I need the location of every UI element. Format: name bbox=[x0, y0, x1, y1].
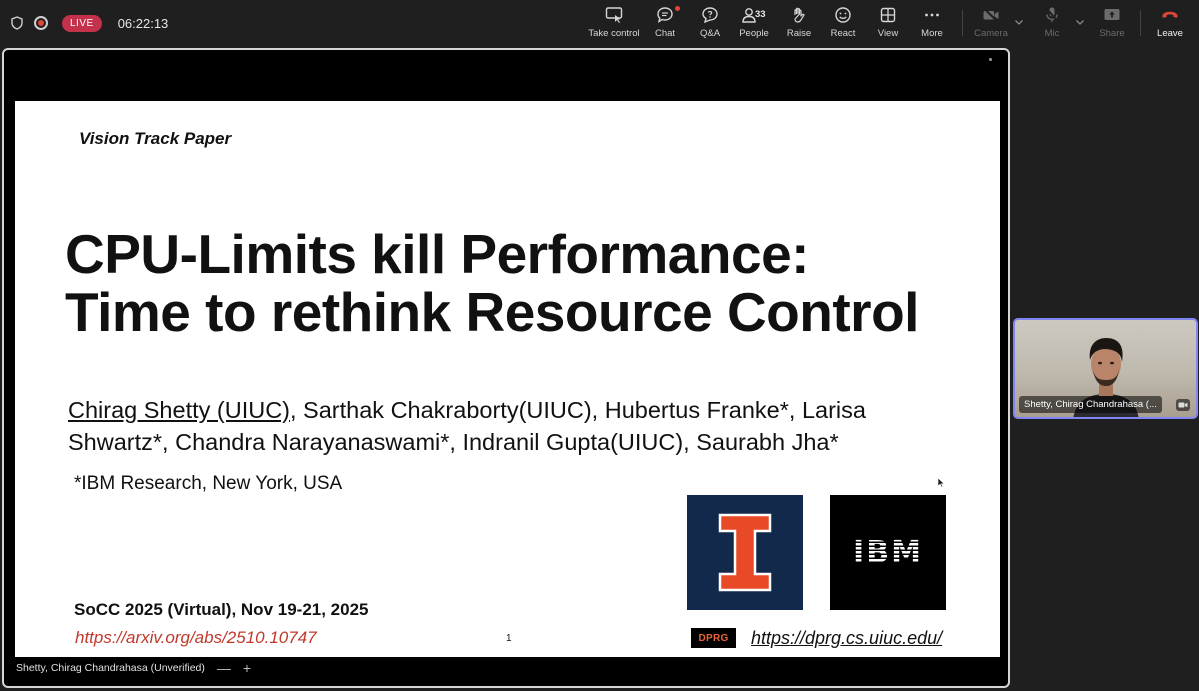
leave-button[interactable]: Leave bbox=[1156, 6, 1184, 42]
ibm-logo: IBM bbox=[830, 495, 946, 610]
live-badge: LIVE bbox=[62, 14, 102, 32]
toolbar-divider bbox=[962, 10, 963, 36]
presenter-author: Chirag Shetty (UIUC) bbox=[68, 397, 290, 423]
ibm-logo-text: IBM bbox=[853, 535, 923, 570]
people-label: People bbox=[739, 28, 769, 39]
view-grid-icon bbox=[880, 7, 896, 23]
participant-name-label: Shetty, Chirag Chandrahasa (... bbox=[1019, 396, 1162, 413]
meeting-timer: 06:22:13 bbox=[117, 15, 169, 31]
react-button[interactable]: React bbox=[829, 6, 857, 42]
more-button[interactable]: More bbox=[920, 6, 944, 42]
slide-conference: SoCC 2025 (Virtual), Nov 19-21, 2025 bbox=[74, 600, 369, 619]
slide-affiliation: *IBM Research, New York, USA bbox=[74, 473, 343, 494]
participant-options-icon[interactable] bbox=[1176, 399, 1190, 411]
dprg-link[interactable]: https://dprg.cs.uiuc.edu/ bbox=[751, 628, 942, 649]
share-screen-icon bbox=[1104, 9, 1120, 20]
camera-options-chevron-icon[interactable] bbox=[1014, 17, 1024, 27]
take-control-label: Take control bbox=[588, 28, 640, 39]
slide-authors: Chirag Shetty (UIUC), Sarthak Chakrabort… bbox=[68, 394, 988, 458]
react-label: React bbox=[830, 28, 856, 39]
camera-button[interactable]: Camera bbox=[974, 6, 1008, 42]
more-dots-icon bbox=[925, 13, 939, 17]
toolbar-divider bbox=[1140, 10, 1141, 36]
react-smiley-icon bbox=[835, 7, 851, 23]
take-control-button[interactable]: Take control bbox=[588, 6, 640, 42]
raise-hand-button[interactable]: Raise bbox=[786, 6, 812, 42]
leave-label: Leave bbox=[1157, 28, 1183, 39]
chat-button[interactable]: Chat bbox=[652, 6, 680, 42]
zoom-out-button[interactable]: — bbox=[217, 661, 231, 675]
view-button[interactable]: View bbox=[876, 6, 900, 42]
hang-up-phone-icon bbox=[1162, 11, 1178, 18]
slide-track-label: Vision Track Paper bbox=[79, 129, 232, 148]
illinois-logo bbox=[687, 495, 803, 610]
share-label: Share bbox=[1099, 28, 1125, 39]
mic-options-chevron-icon[interactable] bbox=[1075, 17, 1085, 27]
mic-off-icon bbox=[1045, 7, 1059, 23]
people-count: 33 bbox=[755, 9, 766, 20]
slide-page-number: 1 bbox=[506, 633, 512, 644]
take-control-icon bbox=[605, 7, 623, 23]
qa-button[interactable]: Q&A bbox=[698, 6, 722, 42]
meeting-status: LIVE 06:22:13 bbox=[10, 12, 168, 34]
recording-icon bbox=[34, 16, 48, 30]
stage-indicator-dot bbox=[989, 58, 992, 61]
illinois-block-i-icon bbox=[718, 513, 772, 592]
raise-hand-icon bbox=[794, 7, 805, 23]
mic-button[interactable]: Mic bbox=[1040, 6, 1064, 42]
camera-small-icon bbox=[1178, 402, 1188, 408]
dprg-logo: DPRG bbox=[691, 628, 736, 648]
camera-label: Camera bbox=[974, 28, 1008, 39]
authors-line-2: Shwartz*, Chandra Narayanaswami*, Indran… bbox=[68, 429, 839, 455]
mic-label: Mic bbox=[1044, 28, 1060, 39]
presenter-name-bar: Shetty, Chirag Chandrahasa (Unverified) … bbox=[10, 656, 257, 680]
chat-unread-dot bbox=[675, 6, 680, 11]
mouse-pointer-icon bbox=[938, 478, 945, 488]
chat-icon bbox=[657, 7, 673, 24]
view-label: View bbox=[877, 28, 899, 39]
qa-label: Q&A bbox=[699, 28, 721, 39]
slide-title: CPU-Limits kill Performance: Time to ret… bbox=[65, 225, 919, 341]
slide-title-line-2: Time to rethink Resource Control bbox=[65, 281, 919, 343]
qa-icon bbox=[702, 7, 718, 24]
chat-label: Chat bbox=[654, 28, 676, 39]
share-button[interactable]: Share bbox=[1098, 6, 1126, 42]
people-button[interactable]: 33 People bbox=[738, 6, 770, 42]
arxiv-link[interactable]: https://arxiv.org/abs/2510.10747 bbox=[75, 628, 317, 648]
zoom-in-button[interactable]: + bbox=[243, 661, 251, 675]
shared-screen-stage[interactable]: Vision Track Paper CPU-Limits kill Perfo… bbox=[2, 48, 1010, 688]
more-label: More bbox=[921, 28, 943, 39]
meeting-toolbar: LIVE 06:22:13 Take control Chat Q&A 33 P… bbox=[0, 0, 1199, 46]
slide-title-line-1: CPU-Limits kill Performance: bbox=[65, 223, 809, 285]
shield-icon[interactable] bbox=[10, 16, 24, 30]
authors-line-1: , Sarthak Chakraborty(UIUC), Hubertus Fr… bbox=[290, 397, 866, 423]
camera-off-icon bbox=[983, 7, 999, 23]
presenter-name: Shetty, Chirag Chandrahasa (Unverified) bbox=[16, 662, 205, 674]
participant-video-tile[interactable]: Shetty, Chirag Chandrahasa (... bbox=[1013, 318, 1198, 419]
raise-label: Raise bbox=[786, 28, 812, 39]
presentation-slide: Vision Track Paper CPU-Limits kill Perfo… bbox=[15, 101, 1000, 657]
